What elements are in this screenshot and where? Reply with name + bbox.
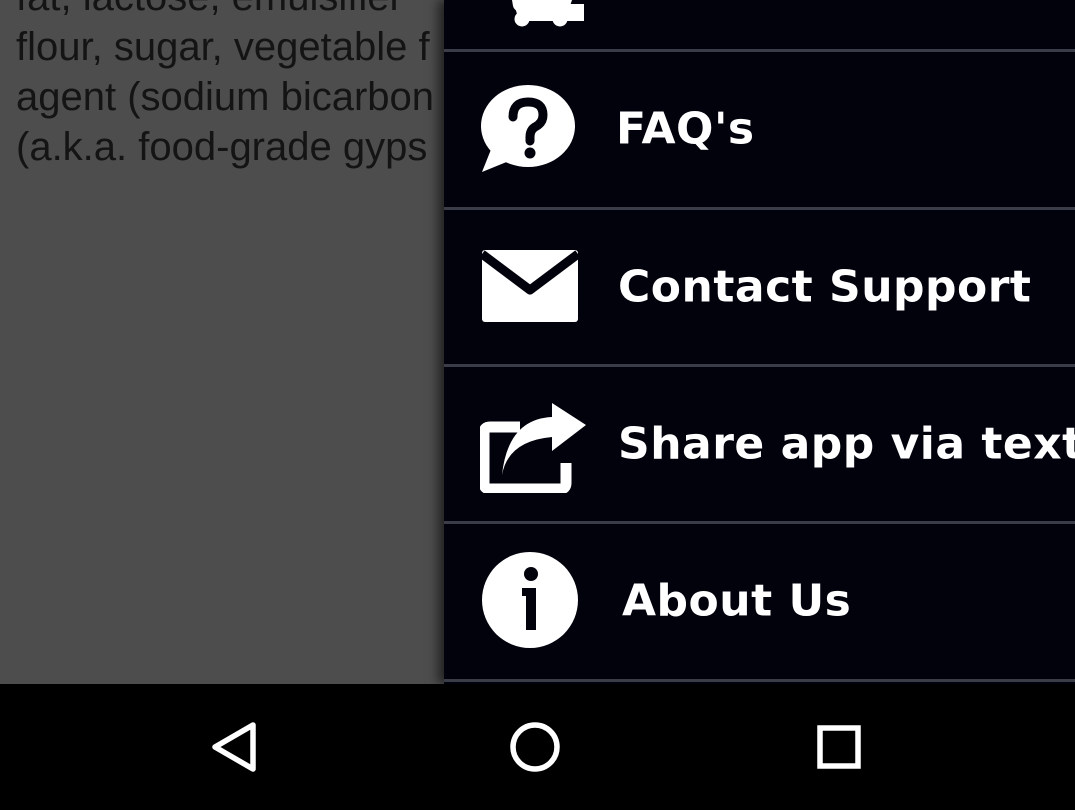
drawer-item-faqs[interactable]: FAQ's bbox=[444, 52, 1075, 206]
system-nav-bar bbox=[0, 684, 1075, 810]
envelope-icon bbox=[480, 248, 584, 344]
navigation-drawer: FAQ's Contact Support Share app via text… bbox=[444, 0, 1075, 684]
divider bbox=[444, 679, 1075, 682]
app-screen: fat, lactose, emulsifier flour, sugar, v… bbox=[0, 0, 1075, 810]
drawer-item-label: About Us bbox=[622, 575, 852, 627]
drawer-item-label: Share app via text bbox=[618, 418, 1075, 470]
share-icon bbox=[480, 403, 586, 499]
home-icon[interactable] bbox=[505, 717, 565, 777]
back-icon[interactable] bbox=[205, 717, 265, 777]
drawer-item-label: FAQ's bbox=[616, 103, 755, 155]
drawer-item-about-us[interactable]: About Us bbox=[444, 524, 1075, 678]
cart-icon-fragment bbox=[512, 0, 572, 27]
drawer-item-label: Contact Support bbox=[618, 261, 1032, 313]
recents-icon[interactable] bbox=[809, 717, 869, 777]
info-icon bbox=[480, 550, 584, 648]
drawer-item-contact-support[interactable]: Contact Support bbox=[444, 210, 1075, 364]
question-bubble-icon bbox=[480, 85, 584, 181]
drawer-item-share-app[interactable]: Share app via text bbox=[444, 367, 1075, 521]
